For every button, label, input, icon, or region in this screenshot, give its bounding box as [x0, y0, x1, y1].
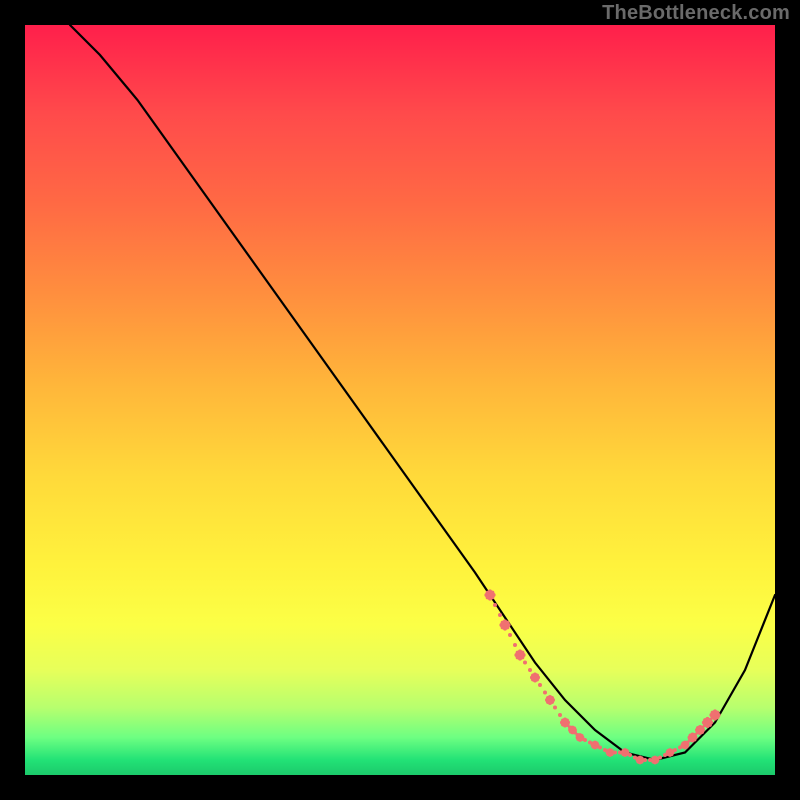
plot-area: [25, 25, 775, 775]
chart-svg: [25, 25, 775, 775]
bottleneck-curve: [70, 25, 775, 760]
watermark-text: TheBottleneck.com: [602, 2, 790, 25]
chart-frame: TheBottleneck.com: [0, 0, 800, 800]
highlight-band: [484, 589, 720, 764]
